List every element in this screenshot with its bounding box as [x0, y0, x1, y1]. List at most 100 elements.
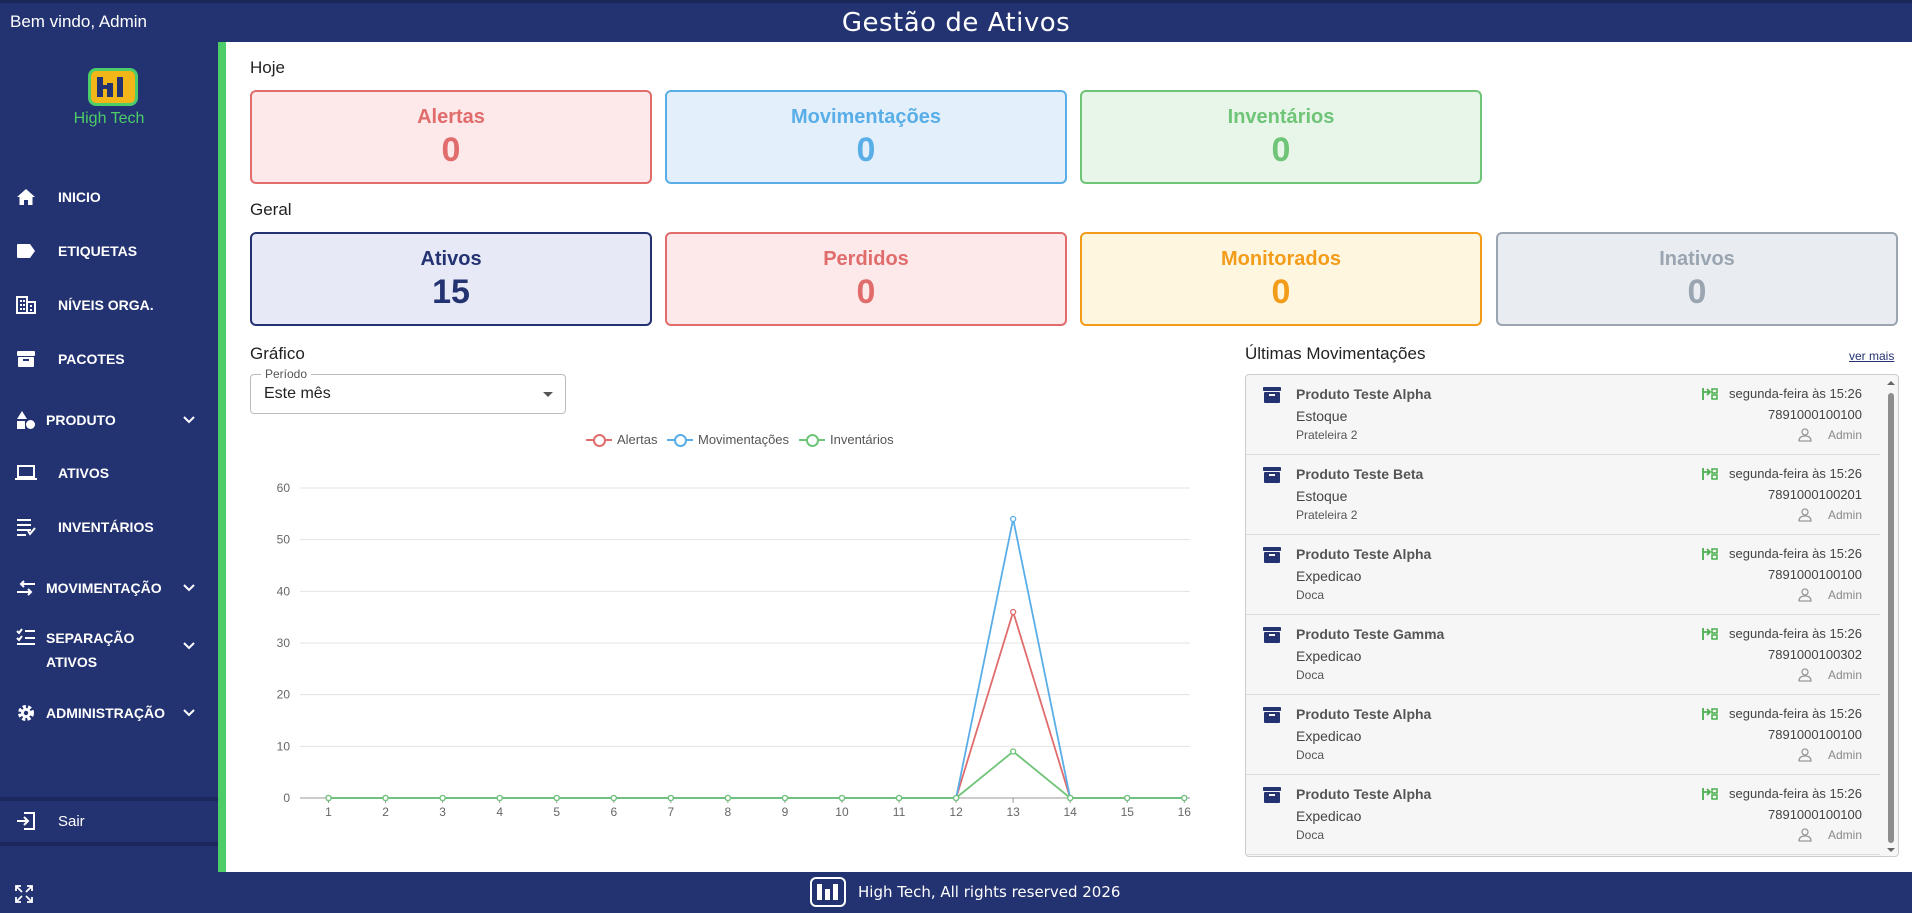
line-chart: 01020304050601 2 3 4 5 6 7 8 9 10 11 12 13 14 15 16 — [277, 481, 1192, 818]
move-icon — [1702, 708, 1718, 720]
sidebar-item-etiquetas[interactable]: ETIQUETAS — [0, 231, 218, 271]
period-select[interactable]: Período Este mês — [250, 367, 566, 414]
top-bar: Bem vindo, Admin Gestão de Ativos — [0, 0, 1912, 42]
card-value: 0 — [1271, 131, 1291, 169]
move-icon — [1702, 788, 1718, 800]
data-point — [667, 794, 674, 802]
chevron-down-icon — [183, 709, 195, 717]
card-value: 0 — [441, 131, 461, 169]
sidebar-item-inicio[interactable]: INICIO — [0, 177, 218, 217]
x-tick-label: 3 — [439, 805, 446, 818]
movement-user: Admin — [1827, 508, 1862, 522]
movement-user: Admin — [1827, 668, 1862, 682]
movement-time: segunda-feira às 15:26 — [1729, 386, 1862, 401]
period-label: Período — [261, 367, 312, 381]
general-card-inativos[interactable]: Inativos 0 — [1496, 232, 1898, 326]
fullscreen-icon[interactable] — [14, 884, 34, 904]
movement-product: Produto Teste Alpha — [1296, 786, 1432, 802]
movement-location: Estoque — [1296, 408, 1348, 424]
movement-time: segunda-feira às 15:26 — [1729, 706, 1862, 721]
card-title: Perdidos — [823, 248, 909, 270]
x-tick-label: 15 — [1121, 805, 1135, 818]
see-more-link[interactable]: ver mais — [1849, 349, 1894, 363]
scroll-thumb[interactable] — [1888, 393, 1894, 843]
archive-icon — [1263, 627, 1281, 643]
movements-list[interactable]: Produto Teste Alpha Estoque Prateleira 2 se… — [1245, 374, 1899, 857]
scrollbar[interactable] — [1886, 379, 1896, 854]
movement-item[interactable]: Produto Teste Alpha Expedicao Doca segunda-… — [1246, 775, 1880, 855]
general-card-perdidos[interactable]: Perdidos 0 — [665, 232, 1067, 326]
movement-sublocation: Prateleira 2 — [1296, 508, 1358, 522]
archive-icon — [1263, 387, 1281, 403]
sidebar-item-separacao[interactable]: SEPARAÇÃO ATIVOS — [0, 618, 218, 674]
series-line — [328, 608, 1185, 799]
user-icon — [1798, 828, 1812, 842]
movement-item[interactable]: Produto Teste Beta Estoque Prateleira 2 seg… — [1246, 455, 1880, 535]
data-point — [439, 794, 446, 802]
movement-location: Expedicao — [1296, 808, 1362, 824]
sidebar-item-niveis[interactable]: NÍVEIS ORGA. — [0, 285, 218, 325]
legend-item-inventarios[interactable]: Inventários — [799, 432, 894, 447]
x-tick-label: 4 — [496, 805, 503, 818]
data-point — [1124, 794, 1131, 802]
movement-product: Produto Teste Alpha — [1296, 546, 1432, 562]
movement-product: Produto Teste Beta — [1296, 466, 1424, 482]
shapes-icon — [15, 409, 37, 431]
today-card-inventarios[interactable]: Inventários 0 — [1080, 90, 1482, 184]
chevron-down-icon — [183, 642, 195, 650]
movement-sublocation: Doca — [1296, 748, 1325, 762]
movement-code: 7891000100100 — [1768, 407, 1862, 422]
movement-item[interactable]: Produto Teste Alpha Expedicao Doca segunda-… — [1246, 695, 1880, 775]
legend-label: Alertas — [617, 432, 658, 447]
today-card-alertas[interactable]: Alertas 0 — [250, 90, 652, 184]
legend-item-alertas[interactable]: Alertas — [586, 432, 657, 447]
legend-marker — [799, 433, 825, 447]
dropdown-arrow-icon — [543, 392, 553, 397]
chevron-down-icon — [183, 584, 195, 592]
sidebar-item-label: PACOTES — [58, 351, 125, 367]
movement-item[interactable]: Produto Teste Gamma Expedicao Doca segunda-… — [1246, 615, 1880, 695]
general-card-monitorados[interactable]: Monitorados 0 — [1080, 232, 1482, 326]
data-point — [610, 794, 617, 802]
logo-icon — [88, 68, 138, 106]
data-point — [1181, 794, 1188, 802]
data-point — [382, 794, 389, 802]
scroll-up-icon[interactable] — [1886, 379, 1896, 387]
sidebar-item-ativos[interactable]: ATIVOS — [0, 453, 218, 493]
general-label: Geral — [250, 200, 292, 219]
today-card-movimentacoes[interactable]: Movimentações 0 — [665, 90, 1067, 184]
movement-code: 7891000100302 — [1768, 647, 1862, 662]
movement-product: Produto Teste Gamma — [1296, 626, 1445, 642]
movement-location: Estoque — [1296, 488, 1348, 504]
sidebar-item-movimentacao[interactable]: MOVIMENTAÇÃO — [0, 568, 218, 608]
logout-icon — [15, 810, 37, 832]
data-point — [553, 794, 560, 802]
sidebar-item-produto[interactable]: PRODUTO — [0, 400, 218, 440]
movement-user: Admin — [1827, 828, 1862, 842]
x-tick-label: 9 — [782, 805, 789, 818]
user-icon — [1798, 748, 1812, 762]
y-tick-label: 0 — [283, 791, 290, 805]
legend-item-movimentacoes[interactable]: Movimentações — [667, 432, 789, 447]
sidebar-divider — [0, 842, 218, 846]
y-tick-label: 40 — [277, 584, 291, 598]
movement-item[interactable]: Produto Teste Alpha Expedicao Doca segunda-… — [1246, 535, 1880, 615]
user-icon — [1798, 508, 1812, 522]
logout-label: Sair — [58, 812, 85, 830]
move-icon — [1702, 548, 1718, 560]
user-icon — [1798, 428, 1812, 442]
scroll-down-icon[interactable] — [1886, 846, 1896, 854]
sidebar-item-administracao[interactable]: ADMINISTRAÇÃO — [0, 693, 218, 733]
sidebar-item-label: NÍVEIS ORGA. — [58, 297, 154, 313]
sidebar-item-pacotes[interactable]: PACOTES — [0, 339, 218, 379]
logout-button[interactable]: Sair — [0, 801, 218, 841]
card-title: Inventários — [1227, 106, 1335, 128]
sidebar-item-inventarios[interactable]: INVENTÁRIOS — [0, 507, 218, 547]
movement-code: 7891000100100 — [1768, 567, 1862, 582]
footer-text: High Tech, All rights reserved 2026 — [858, 883, 1121, 901]
movement-item[interactable]: Produto Teste Alpha Estoque Prateleira 2 se… — [1246, 375, 1880, 455]
general-card-ativos[interactable]: Ativos 15 — [250, 232, 652, 326]
card-value: 0 — [856, 273, 876, 311]
movement-code: 7891000100100 — [1768, 807, 1862, 822]
movement-product: Produto Teste Alpha — [1296, 386, 1432, 402]
